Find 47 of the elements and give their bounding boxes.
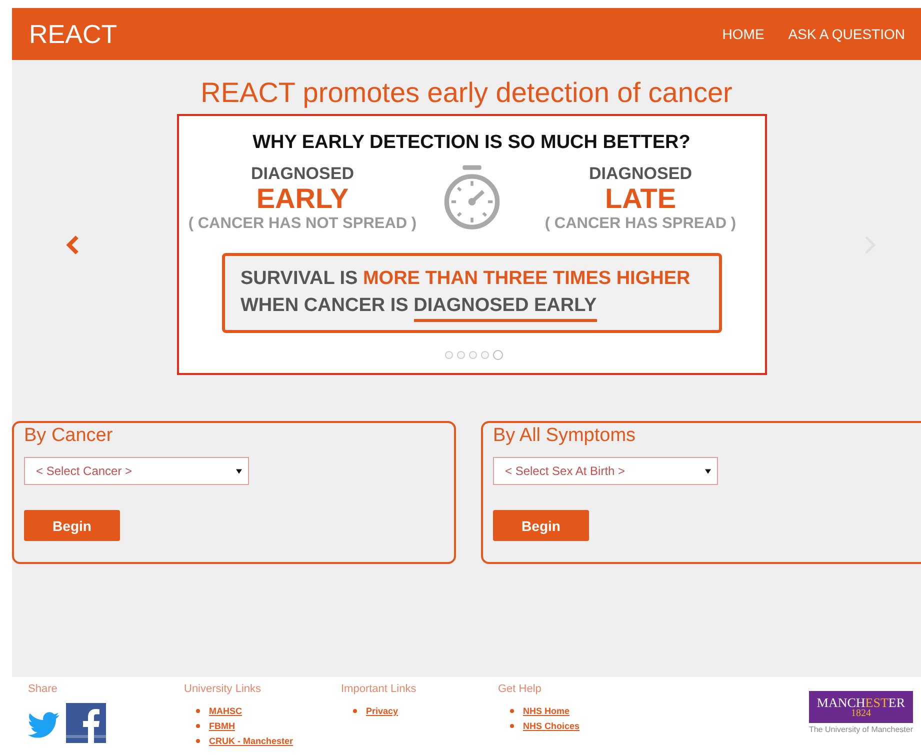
page-title: REACT promotes early detection of cancer <box>200 77 734 109</box>
slide-headline: WHY EARLY DETECTION IS SO MUCH BETTER? <box>252 132 690 154</box>
bullet-icon <box>196 724 200 728</box>
carousel-indicator[interactable] <box>444 351 452 359</box>
carousel-indicator[interactable] <box>480 351 488 359</box>
facebook-icon[interactable] <box>66 703 106 743</box>
column-label: DIAGNOSED <box>251 164 354 184</box>
callout-text: SURVIVAL IS MORE THAN THREE TIMES HIGHER <box>240 268 692 291</box>
bird-icon[interactable] <box>28 712 60 739</box>
logo-caption: The University of Manchester <box>808 725 913 734</box>
footer-heading: Get Help <box>498 683 542 695</box>
column-emphasis: LATE <box>604 184 676 215</box>
select-field[interactable]: < Select Cancer > <box>24 457 249 485</box>
footer-link[interactable]: MAHSC <box>209 706 242 716</box>
nav-link[interactable]: ASK A QUESTION <box>788 26 905 42</box>
carousel-indicator[interactable] <box>492 350 502 360</box>
column-emphasis: EARLY <box>256 184 349 215</box>
column-note: ( CANCER HAS SPREAD ) <box>544 214 736 233</box>
stopwatch-icon <box>442 164 502 232</box>
footer-link[interactable]: FBMH <box>209 720 235 730</box>
bullet-icon <box>510 708 514 712</box>
bullet-icon <box>353 708 357 712</box>
bullet-icon <box>196 738 200 742</box>
carousel-indicator[interactable] <box>468 351 476 359</box>
site-logo[interactable]: REACT <box>29 18 118 50</box>
footer-heading: University Links <box>184 683 262 695</box>
footer-link[interactable]: Privacy <box>366 706 398 716</box>
footer-link[interactable]: CRUK - Manchester <box>209 736 294 746</box>
select-field[interactable]: < Select Sex At Birth > <box>493 457 718 485</box>
callout-text: WHEN CANCER IS DIAGNOSED EARLY <box>240 294 702 323</box>
nav-link[interactable]: HOME <box>722 26 764 42</box>
column-label: DIAGNOSED <box>589 164 692 184</box>
footer-link[interactable]: NHS Home <box>523 706 570 716</box>
bullet-icon <box>510 724 514 728</box>
column-note: ( CANCER HAS NOT SPREAD ) <box>188 214 417 233</box>
footer-link[interactable]: NHS Choices <box>523 720 580 730</box>
panel-title: By Cancer <box>24 425 114 447</box>
begin-button[interactable]: Begin <box>493 510 589 541</box>
footer-heading: Important Links <box>341 683 418 695</box>
university-logo[interactable]: MANCHESTER 1824 <box>808 691 913 723</box>
caret-icon <box>236 468 242 474</box>
carousel-indicator[interactable] <box>456 351 464 359</box>
panel-title: By All Symptoms <box>493 425 637 447</box>
bullet-icon <box>196 708 200 712</box>
footer-heading: Share <box>28 683 58 695</box>
caret-icon <box>705 468 711 474</box>
begin-button[interactable]: Begin <box>24 510 120 541</box>
